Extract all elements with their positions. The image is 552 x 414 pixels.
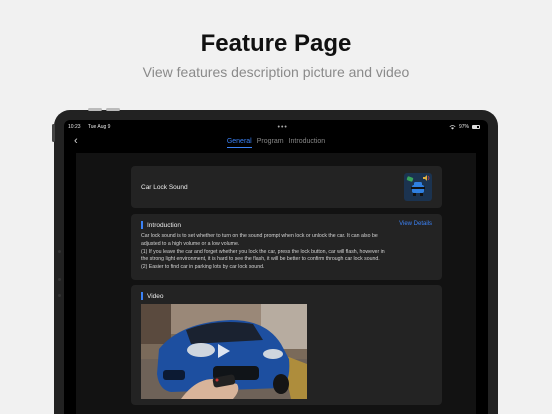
status-date: Tue Aug 9 [87,124,111,130]
front-camera [58,250,61,253]
battery-percent: 97% [458,124,469,130]
sensor [58,278,61,281]
introduction-text: Car lock sound is to set whether to turn… [141,233,385,271]
feature-title: Car Lock Sound [141,184,188,191]
status-bar: 10:23 Tue Aug 9 ••• 97% [64,120,488,134]
app-screen: 10:23 Tue Aug 9 ••• 97% ‹ General Progra… [64,120,488,414]
play-icon[interactable] [218,344,230,358]
content-area: Car Lock Sound Introduction View Details… [76,153,476,414]
page-subtitle: View features description picture and vi… [142,64,410,80]
page-headline: Feature Page [200,30,352,57]
video-title: Video [147,292,164,300]
feature-card: Car Lock Sound [131,166,442,208]
tablet-frame: 10:23 Tue Aug 9 ••• 97% ‹ General Progra… [52,108,498,414]
section-marker [141,221,143,229]
introduction-title: Introduction [147,221,181,229]
view-details-link[interactable]: View Details [399,221,432,227]
sensor [58,294,61,297]
volume-down-button [106,108,120,111]
video-card: Video [131,285,442,405]
nav-bar: ‹ General Program Introduction [64,134,488,152]
volume-up-button [88,108,102,111]
tab-general[interactable]: General [226,138,252,148]
introduction-card: Introduction View Details Car lock sound… [131,214,442,280]
status-time: 10:23 [68,124,81,130]
wifi-icon [449,124,456,129]
tab-program[interactable]: Program [257,138,284,148]
video-player[interactable] [141,304,307,399]
power-button [52,124,55,142]
back-chevron-icon[interactable]: ‹ [74,135,78,147]
section-marker [141,292,143,300]
battery-icon [471,125,480,129]
tab-introduction[interactable]: Introduction [289,138,326,148]
car-lock-sound-icon [404,173,432,201]
tab-bar: General Program Introduction [226,138,326,148]
multitask-dots-icon[interactable]: ••• [278,124,288,131]
